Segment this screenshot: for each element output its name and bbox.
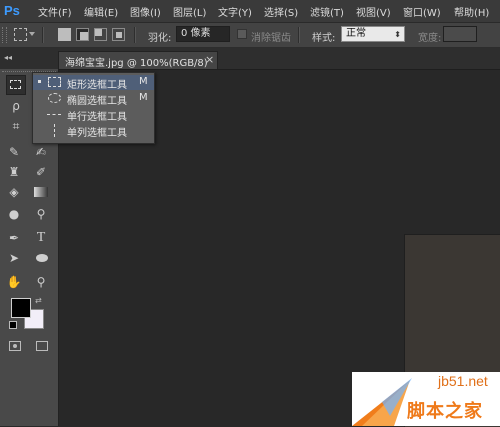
menu-help[interactable]: 帮助(H) [454,4,489,19]
flyout-item-label: 矩形选框工具 [67,80,127,91]
preset-dropdown-arrow-icon[interactable] [29,32,35,36]
menu-select[interactable]: 选择(S) [264,4,298,19]
width-label: 宽度: [418,33,442,44]
swap-colors-icon[interactable]: ⇄ [35,296,42,305]
feather-input[interactable]: 0 像素 [176,26,230,42]
dodge-tool-icon[interactable]: ⚲ [32,205,50,223]
collapse-panels-icon[interactable]: ◂◂ [4,53,12,62]
flyout-item-label: 椭圆选框工具 [67,96,127,107]
menu-image[interactable]: 图像(I) [130,4,161,19]
style-select-value: 正常 [346,28,366,39]
clone-stamp-icon[interactable]: ♜ [5,163,23,181]
history-brush-icon[interactable]: ✐ [32,163,50,181]
style-select[interactable]: 正常 ⬍ [341,26,405,42]
separator [42,27,44,43]
document-tab-title: 海绵宝宝.jpg @ 100%(RGB/8) [65,58,208,69]
close-tab-icon[interactable]: × [205,53,214,66]
blur-tool-icon[interactable]: ● [5,205,23,223]
rect-marquee-icon [48,77,61,87]
style-label: 样式: [312,33,336,44]
gradient-tool-icon[interactable] [34,187,48,197]
single-column-marquee-icon [54,124,55,137]
separator [134,27,136,43]
flyout-item-shortcut: M [139,92,148,103]
separator [298,27,300,43]
menu-filter[interactable]: 滤镜(T) [310,4,344,19]
lasso-tool-icon[interactable]: ρ [7,97,25,115]
menu-type[interactable]: 文字(Y) [218,4,252,19]
options-bar: 羽化: 0 像素 消除锯齿 样式: 正常 ⬍ 宽度: [0,23,500,48]
type-tool-icon[interactable]: T [32,229,50,247]
antialias-label: 消除锯齿 [251,33,291,44]
menu-window[interactable]: 窗口(W) [403,4,441,19]
brush-tool-icon[interactable]: ✍ [32,143,50,161]
menu-view[interactable]: 视图(V) [356,4,391,19]
watermark-name: 脚本之家 [407,401,483,422]
path-selection-icon[interactable]: ➤ [5,249,23,267]
ellipse-marquee-icon [48,93,61,103]
menu-file[interactable]: 文件(F) [38,4,72,19]
hand-tool-icon[interactable]: ✋ [5,273,23,291]
single-row-marquee-icon [47,114,61,115]
subtract-selection-icon[interactable] [94,28,107,41]
flyout-item-rect-marquee[interactable]: 矩形选框工具 M [33,75,154,91]
new-selection-icon[interactable] [58,28,71,41]
photoshop-logo: Ps [4,3,20,18]
options-grip[interactable] [2,27,7,43]
menu-edit[interactable]: 编辑(E) [84,4,118,19]
healing-brush-icon[interactable]: ✎ [5,143,23,161]
eraser-tool-icon[interactable]: ◈ [5,183,23,201]
add-to-selection-icon[interactable] [76,28,89,41]
intersect-selection-icon[interactable] [112,28,125,41]
menu-layer[interactable]: 图层(L) [173,4,206,19]
flyout-item-label: 单列选框工具 [67,128,127,139]
foreground-color-swatch[interactable] [11,298,31,318]
flyout-item-ellipse-marquee[interactable]: 椭圆选框工具 M [33,91,154,107]
ellipse-shape-icon[interactable] [36,254,48,262]
active-bullet-icon [38,80,41,83]
flyout-item-label: 单行选框工具 [67,112,127,123]
pen-tool-icon[interactable]: ✒ [5,229,23,247]
antialias-checkbox[interactable] [237,29,247,39]
default-colors-icon[interactable] [9,321,17,329]
quick-mask-icon[interactable] [9,341,21,351]
watermark-site: jb51.net [438,373,488,389]
feather-label: 羽化: [148,33,172,44]
marquee-tool-icon[interactable] [6,75,26,95]
watermark: jb51.net 脚本之家 [352,372,500,426]
screen-mode-icon[interactable] [36,341,48,351]
document-tab[interactable]: 海绵宝宝.jpg @ 100%(RGB/8) × [58,51,218,69]
flyout-item-single-row-marquee[interactable]: 单行选框工具 [33,107,154,123]
flyout-item-shortcut: M [139,76,148,87]
chevron-updown-icon: ⬍ [394,30,401,39]
rect-marquee-preset-icon[interactable] [14,28,27,41]
crop-tool-icon[interactable]: ⌗ [7,117,25,135]
menu-bar: Ps 文件(F) 编辑(E) 图像(I) 图层(L) 文字(Y) 选择(S) 滤… [0,0,500,23]
flyout-item-single-column-marquee[interactable]: 单列选框工具 [33,123,154,139]
zoom-tool-icon[interactable]: ⚲ [32,273,50,291]
width-input[interactable] [443,26,477,42]
marquee-tools-flyout: 矩形选框工具 M 椭圆选框工具 M 单行选框工具 单列选框工具 [32,72,155,144]
